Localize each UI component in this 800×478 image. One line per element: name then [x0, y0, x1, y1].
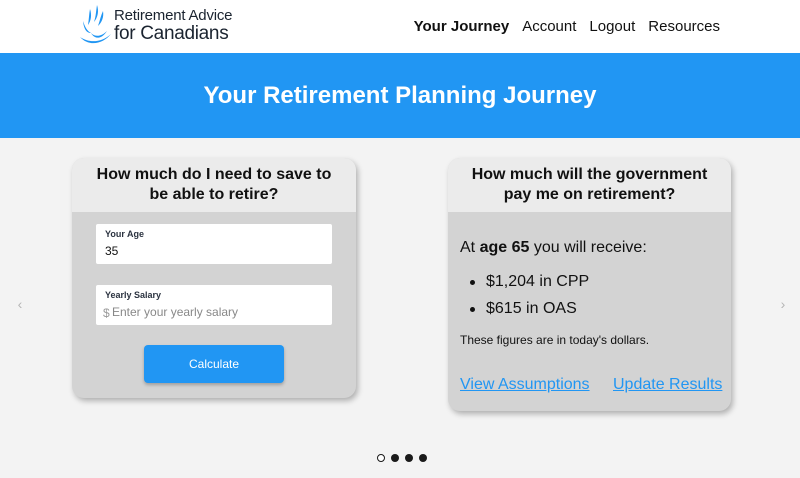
logo-line-2: for Canadians [114, 23, 229, 44]
site-logo[interactable]: Retirement Advice for Canadians [77, 3, 237, 47]
savings-card-header: How much do I need to save to be able to… [72, 158, 356, 212]
dollars-note: These figures are in today's dollars. [460, 333, 650, 347]
age-input[interactable] [105, 244, 305, 258]
salary-field-label: Yearly Salary [105, 290, 162, 300]
maple-leaf-swoosh-icon [80, 5, 111, 44]
carousel-dot-3[interactable] [405, 454, 413, 462]
age-field[interactable]: Your Age [96, 224, 332, 264]
government-benefits-card: How much will the government pay me on r… [448, 158, 731, 411]
carousel-dots [377, 454, 433, 462]
carousel-dot-1[interactable] [377, 454, 385, 462]
main-nav: Your Journey Account Logout Resources [401, 18, 720, 36]
update-results-link[interactable]: Update Results [613, 376, 722, 394]
age-field-label: Your Age [105, 229, 145, 239]
benefit-program: in OAS [526, 300, 577, 317]
page-title: Your Retirement Planning Journey [203, 82, 597, 109]
intro-prefix: At [460, 239, 476, 256]
dollar-prefix: $ [103, 306, 110, 320]
view-assumptions-link[interactable]: View Assumptions [460, 376, 590, 394]
nav-account[interactable]: Account [522, 18, 576, 36]
carousel-dot-4[interactable] [419, 454, 427, 462]
salary-input[interactable] [112, 305, 312, 319]
benefit-amount: $615 [486, 300, 522, 317]
nav-resources[interactable]: Resources [648, 18, 720, 36]
hero-banner: Your Retirement Planning Journey [0, 53, 800, 138]
carousel-dot-2[interactable] [391, 454, 399, 462]
benefit-amount: $1,204 [486, 273, 535, 290]
bullet-icon [470, 280, 475, 285]
chevron-right-icon[interactable]: › [776, 295, 790, 313]
savings-card: How much do I need to save to be able to… [72, 158, 356, 398]
intro-suffix: you will receive: [533, 239, 647, 256]
retirement-age: age 65 [479, 239, 530, 256]
nav-logout[interactable]: Logout [589, 18, 635, 36]
benefit-oas: $615 in OAS [460, 299, 589, 319]
benefit-cpp: $1,204 in CPP [460, 272, 589, 292]
benefits-card-header: How much will the government pay me on r… [448, 158, 731, 212]
benefits-card-title: How much will the government pay me on r… [471, 166, 708, 203]
benefits-intro: At age 65 you will receive: [460, 238, 647, 258]
savings-card-title: How much do I need to save to be able to… [96, 166, 332, 203]
bullet-icon [470, 307, 475, 312]
logo-line-1: Retirement Advice [114, 7, 233, 24]
logo-text: Retirement Advice for Canadians [114, 7, 233, 44]
benefits-list: $1,204 in CPP $615 in OAS [460, 272, 589, 326]
benefit-program: in CPP [539, 273, 590, 290]
nav-your-journey[interactable]: Your Journey [414, 18, 510, 36]
site-header: Retirement Advice for Canadians Your Jou… [0, 0, 800, 53]
calculate-button[interactable]: Calculate [144, 345, 284, 383]
salary-field[interactable]: Yearly Salary $ [96, 285, 332, 325]
chevron-left-icon[interactable]: ‹ [13, 295, 27, 313]
